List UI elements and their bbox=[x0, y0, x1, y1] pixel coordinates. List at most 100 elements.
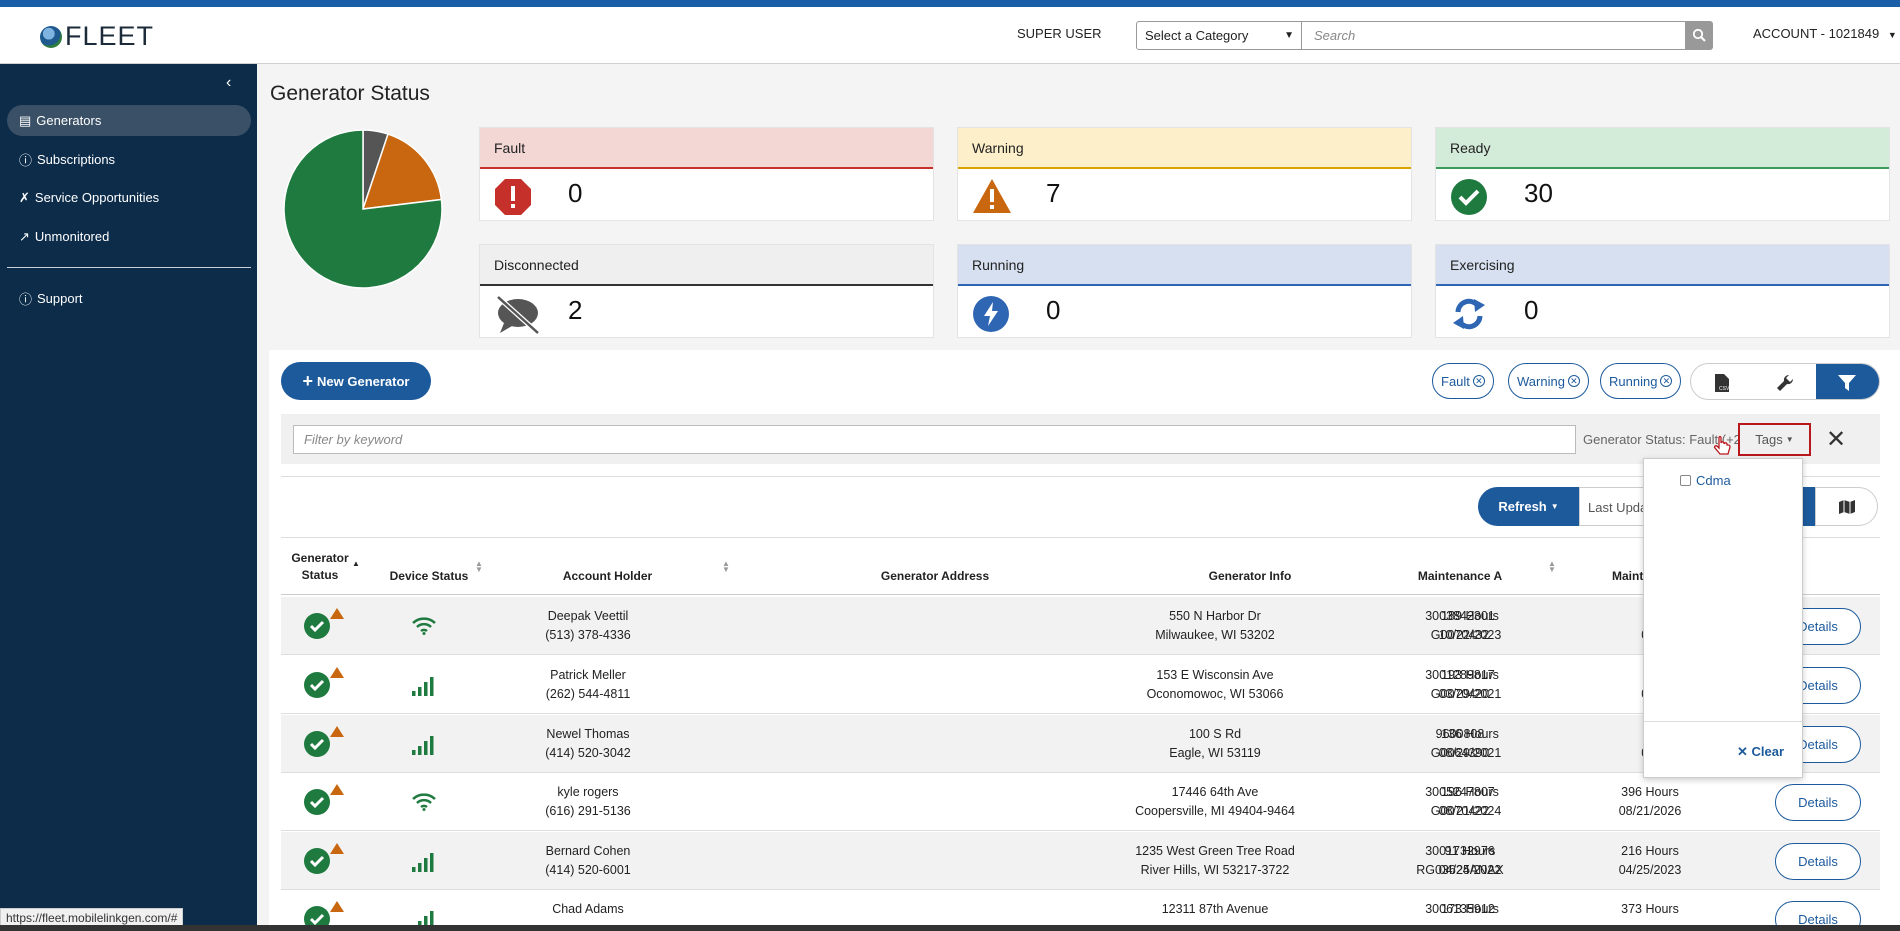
header-text: Maint bbox=[1612, 569, 1644, 583]
maintenance-a-cell: 196 Hours 08/21/2024 bbox=[1415, 783, 1525, 821]
card-header: Exercising bbox=[1436, 245, 1889, 286]
card-value: 0 bbox=[1524, 295, 1539, 325]
fleet-logo[interactable]: FLEET bbox=[40, 21, 154, 52]
close-circle-icon[interactable]: ✕ bbox=[1567, 375, 1580, 387]
maintenance-a-cell: 193 Hours 03/29/2021 bbox=[1415, 666, 1525, 704]
last-updated-sort[interactable]: Last Upda bbox=[1579, 487, 1644, 526]
holder-name: kyle rogers bbox=[557, 785, 619, 799]
holder-phone: (262) 544-4811 bbox=[545, 687, 631, 701]
details-button[interactable]: Details bbox=[1775, 784, 1861, 821]
card-label: Fault bbox=[494, 140, 526, 156]
clear-tags-button[interactable]: ✕ Clear bbox=[1737, 744, 1784, 760]
search-button[interactable] bbox=[1686, 21, 1713, 50]
chevron-left-icon[interactable]: ‹ bbox=[226, 74, 231, 92]
sort-icon[interactable]: ▲ ▼ bbox=[1548, 560, 1556, 574]
header-text: Account Holder bbox=[562, 569, 653, 583]
maint-a-date: 08/21/2024 bbox=[1438, 804, 1502, 818]
address-line2: Milwaukee, WI 53202 bbox=[1155, 628, 1275, 642]
filter-toggle-button[interactable] bbox=[1815, 364, 1879, 399]
refresh-button[interactable]: Refresh ▼ bbox=[1478, 487, 1579, 526]
close-circle-icon[interactable]: ✕ bbox=[1472, 375, 1485, 387]
maintenance-b-cell: 396 Hours 08/21/2026 bbox=[1595, 783, 1705, 821]
sidebar-divider bbox=[7, 267, 251, 268]
globe-icon bbox=[40, 25, 62, 48]
table-row[interactable]: kyle rogers (616) 291-5136 17446 64th Ave C… bbox=[281, 773, 1880, 831]
card-header: Fault bbox=[480, 128, 933, 169]
check-circle-icon bbox=[1450, 178, 1488, 219]
col-header-account-holder[interactable]: Account Holder bbox=[540, 569, 675, 583]
col-header-device-status[interactable]: Device Status bbox=[379, 569, 479, 583]
list-view-button[interactable] bbox=[1803, 487, 1815, 526]
maint-a-hours: 173 Hours bbox=[1441, 902, 1499, 916]
tools-icon: ✗ bbox=[19, 189, 30, 205]
details-label: Details bbox=[1798, 619, 1838, 634]
sidebar-item-label: Service Opportunities bbox=[34, 190, 160, 205]
chip-label: Fault bbox=[1441, 373, 1470, 389]
account-holder-cell: Bernard Cohen (414) 520-6001 bbox=[523, 842, 653, 880]
details-label: Details bbox=[1798, 678, 1838, 693]
filter-icon bbox=[1838, 374, 1857, 391]
sort-icon[interactable]: ▲ ▼ bbox=[722, 560, 730, 574]
sidebar-item-generators[interactable]: ▤ Generators bbox=[7, 105, 251, 136]
filter-chip-running[interactable]: Running ✕ bbox=[1600, 363, 1682, 399]
sidebar-item-service-opportunities[interactable]: ✗ Service Opportunities bbox=[7, 182, 251, 213]
maintenance-button[interactable] bbox=[1753, 364, 1815, 399]
csv-export-button[interactable]: CSV bbox=[1691, 364, 1753, 399]
sort-icon[interactable]: ▲ ▼ bbox=[475, 560, 483, 574]
holder-name: Patrick Meller bbox=[550, 668, 626, 682]
csv-export-icon: CSV bbox=[1715, 373, 1730, 392]
col-header-generator-status[interactable]: Generator Status bbox=[285, 551, 355, 582]
card-header: Running bbox=[958, 245, 1411, 286]
details-button[interactable]: Details bbox=[1775, 843, 1861, 880]
sidebar-item-subscriptions[interactable]: ⓘ Subscriptions bbox=[7, 144, 251, 175]
col-header-maintenance-b[interactable]: Maint bbox=[1612, 569, 1644, 583]
chip-label: Running bbox=[1609, 373, 1658, 389]
card-warning[interactable]: Warning 7 bbox=[957, 127, 1412, 221]
table-row[interactable]: Newel Thomas (414) 520-3042 100 S Rd Eagle,… bbox=[281, 715, 1880, 773]
card-ready[interactable]: Ready 30 bbox=[1435, 127, 1890, 221]
map-view-button[interactable] bbox=[1815, 487, 1878, 526]
address-line2: Coopersville, MI 49404-9464 bbox=[1135, 804, 1295, 818]
table-row[interactable]: Deepak Veettil (513) 378-4336 550 N Harbor… bbox=[281, 597, 1880, 655]
table-row[interactable]: Bernard Cohen (414) 520-6001 1235 West Gre… bbox=[281, 832, 1880, 890]
sidebar-item-label: Generators bbox=[36, 113, 102, 128]
filter-chip-fault[interactable]: Fault ✕ bbox=[1432, 363, 1494, 399]
card-label: Exercising bbox=[1450, 257, 1515, 273]
table-row[interactable]: Patrick Meller (262) 544-4811 153 E Wiscon… bbox=[281, 656, 1880, 714]
maint-a-hours: 91 Hours bbox=[1444, 844, 1496, 858]
sort-asc-icon[interactable]: ▲ bbox=[352, 560, 360, 568]
wrench-icon bbox=[1776, 374, 1793, 391]
card-fault[interactable]: Fault 0 bbox=[479, 127, 934, 221]
close-filter-icon[interactable]: ✕ bbox=[1826, 425, 1846, 454]
chart-line-icon: ↗ bbox=[19, 228, 30, 244]
list-icon: ▤ bbox=[19, 112, 32, 128]
sidebar-item-support[interactable]: ⓘ Support bbox=[7, 283, 251, 314]
close-circle-icon[interactable]: ✕ bbox=[1660, 375, 1673, 387]
sidebar-item-label: Subscriptions bbox=[37, 152, 116, 167]
maint-a-hours: 136 Hours bbox=[1441, 727, 1499, 741]
keyword-placeholder: Filter by keyword bbox=[304, 432, 403, 447]
cellular-signal-icon bbox=[411, 735, 435, 758]
col-header-maintenance-a[interactable]: Maintenance A bbox=[1405, 569, 1515, 583]
address-line2: Oconomowoc, WI 53066 bbox=[1146, 687, 1284, 701]
card-exercising[interactable]: Exercising 0 bbox=[1435, 244, 1890, 338]
user-role-label: SUPER USER bbox=[1017, 26, 1102, 41]
sidebar-item-unmonitored[interactable]: ↗ Unmonitored bbox=[7, 221, 251, 252]
sidebar-item-label: Support bbox=[37, 291, 83, 306]
category-select[interactable]: Select a Category ▼ bbox=[1136, 21, 1302, 50]
maint-a-hours: 196 Hours bbox=[1441, 785, 1499, 799]
header-text: Device Status bbox=[389, 569, 469, 583]
tags-dropdown-menu: Cdma ✕ Clear bbox=[1643, 458, 1803, 778]
account-menu[interactable]: ACCOUNT - 1021849 ▼ bbox=[1753, 26, 1897, 41]
tags-filter-button[interactable]: Tags ▼ bbox=[1738, 423, 1811, 456]
card-running[interactable]: Running 0 bbox=[957, 244, 1412, 338]
filter-chip-warning[interactable]: Warning ✕ bbox=[1508, 363, 1589, 399]
keyword-filter-input[interactable]: Filter by keyword bbox=[293, 425, 1576, 454]
new-generator-button[interactable]: + New Generator bbox=[281, 362, 431, 400]
address-line1: 100 S Rd bbox=[1188, 727, 1242, 741]
header-text: Maintenance A bbox=[1417, 569, 1503, 583]
tag-option-cdma[interactable]: Cdma bbox=[1680, 473, 1731, 488]
checkbox[interactable] bbox=[1680, 475, 1691, 486]
search-input[interactable]: Search bbox=[1302, 21, 1686, 50]
card-disconnected[interactable]: Disconnected 2 bbox=[479, 244, 934, 338]
